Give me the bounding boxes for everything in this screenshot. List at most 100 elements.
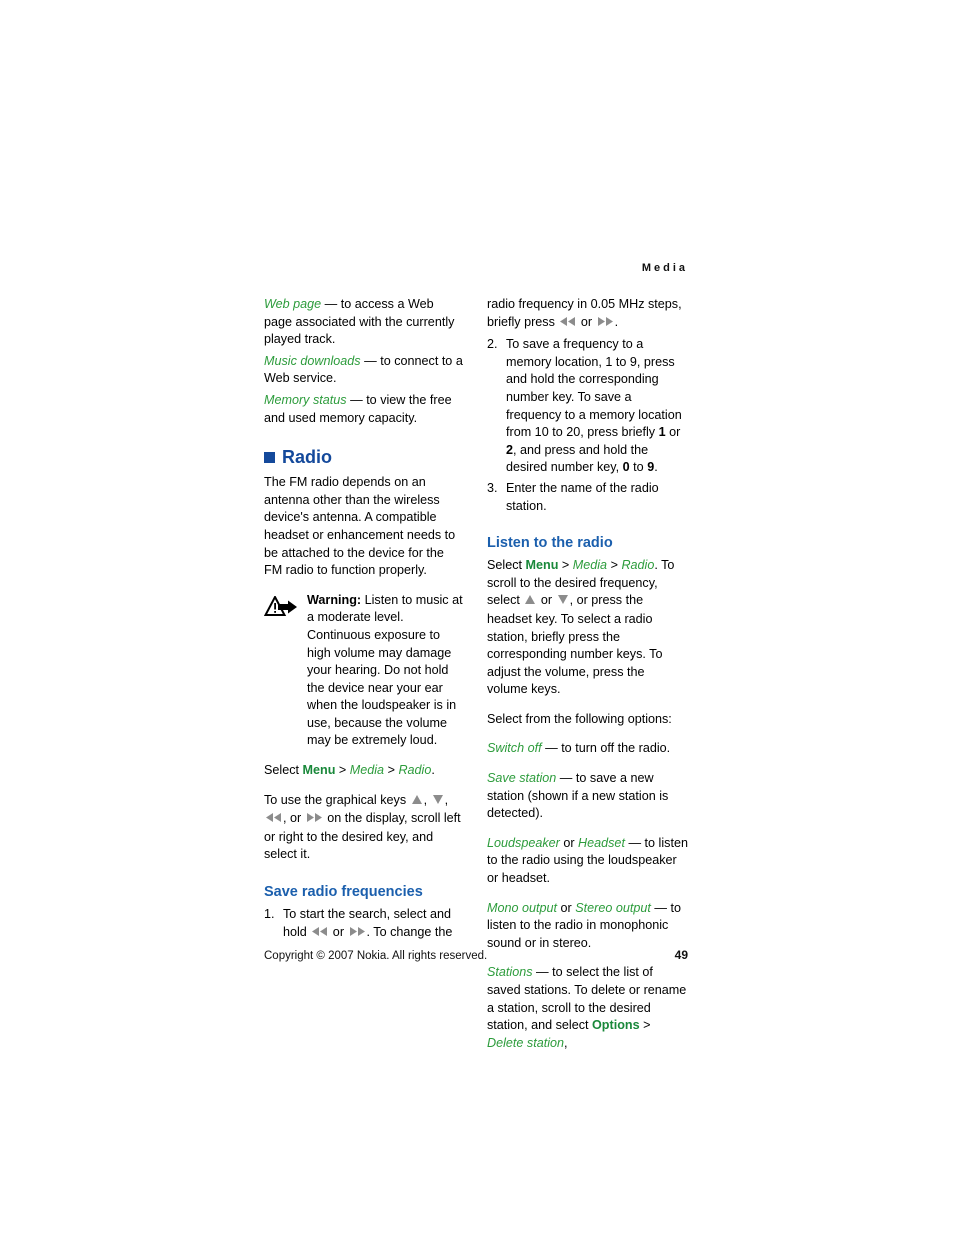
two-column-body: Web page — to access a Web page associat… xyxy=(263,296,688,1056)
section-heading-radio: Radio xyxy=(264,447,465,468)
cmd-menu: Menu xyxy=(302,763,336,778)
step-text: To save a frequency to a memory location… xyxy=(506,336,688,477)
term-mono-output: Mono output xyxy=(487,900,558,915)
radio-intro-paragraph: The FM radio depends on an antenna other… xyxy=(264,475,456,578)
term-stereo-output: Stereo output xyxy=(575,900,651,915)
path-sep-2: > xyxy=(607,558,622,573)
cmd-options: Options xyxy=(592,1018,640,1033)
remaining-steps-list: 2. To save a frequency to a memory locat… xyxy=(487,336,688,515)
path-sep-1: > xyxy=(558,558,573,573)
step-2-bold-2: 2 xyxy=(506,442,514,457)
manual-page: Media Web page — to access a Web page as… xyxy=(0,0,954,1235)
step-number: 1. xyxy=(264,907,275,922)
path-sep-2: > xyxy=(384,763,399,778)
graphical-keys-text-2: , xyxy=(423,792,431,807)
term-media: Media xyxy=(349,763,385,778)
step-text-3: . To change the xyxy=(366,924,453,939)
right-column: radio frequency in 0.05 MHz steps, brief… xyxy=(487,296,688,1056)
continued-step-1-end: . xyxy=(614,314,619,329)
step-number: 2. xyxy=(487,337,498,352)
list-item: 2. To save a frequency to a memory locat… xyxy=(487,336,688,477)
rewind-icon xyxy=(265,811,282,829)
conjunction-or: or xyxy=(559,835,579,850)
listen-text-2: or xyxy=(537,593,556,608)
list-item: 1. To start the search, select and hold … xyxy=(264,906,465,942)
term-delete-station: Delete station xyxy=(487,1035,565,1050)
select-path-left: Select Menu > Media > Radio. xyxy=(264,762,465,780)
term-memory-status: Memory status xyxy=(264,392,347,407)
warning-text: Warning: Listen to music at a moderate l… xyxy=(307,592,465,750)
dash: — xyxy=(532,965,553,980)
step-number: 3. xyxy=(487,480,498,495)
term-loudspeaker: Loudspeaker xyxy=(487,835,560,850)
option-loudspeaker-headset: Loudspeaker or Headset — to listen to th… xyxy=(487,835,688,888)
square-bullet-icon xyxy=(264,452,275,464)
option-stations: Stations — to select the list of saved s… xyxy=(487,964,688,1052)
step-2-bold-1: 1 xyxy=(658,425,666,440)
rewind-icon xyxy=(559,315,576,333)
warning-block: Warning: Listen to music at a moderate l… xyxy=(263,592,465,750)
select-prefix: Select xyxy=(264,763,303,778)
path-sep: > xyxy=(639,1018,651,1033)
option-switch-off-text: to turn off the radio. xyxy=(561,741,671,756)
cmd-menu: Menu xyxy=(525,558,559,573)
conjunction-or: or xyxy=(557,900,576,915)
graphical-keys-text-1: To use the graphical keys xyxy=(264,792,410,807)
term-save-station: Save station xyxy=(487,771,557,786)
path-sep-1: > xyxy=(335,763,350,778)
term-stations: Stations xyxy=(487,965,533,980)
listen-instructions: Select Menu > Media > Radio. To scroll t… xyxy=(487,557,688,699)
save-steps-list: 1. To start the search, select and hold … xyxy=(264,906,465,942)
step-text: Enter the name of the radio station. xyxy=(506,480,659,513)
option-save-station: Save station — to save a new station (sh… xyxy=(487,770,688,823)
listen-text-3: , or press the headset key. To select a … xyxy=(487,593,663,697)
page-content: Media Web page — to access a Web page as… xyxy=(263,262,688,1056)
warning-label: Warning: xyxy=(307,592,362,607)
left-column: Web page — to access a Web page associat… xyxy=(263,296,465,945)
step-2-part-b: or xyxy=(665,425,681,440)
dash: — xyxy=(650,900,671,915)
step-2-part-e: . xyxy=(654,460,658,475)
list-item: 3. Enter the name of the radio station. xyxy=(487,480,688,515)
option-mono-stereo-output: Mono output or Stereo output — to listen… xyxy=(487,900,688,953)
dash: — xyxy=(541,741,562,756)
step-2-bold-3: 0 xyxy=(622,460,630,475)
subsection-heading-listen-to-the-radio: Listen to the radio xyxy=(487,535,613,552)
scroll-down-icon xyxy=(557,593,569,611)
scroll-down-icon xyxy=(432,793,444,811)
graphical-keys-paragraph: To use the graphical keys , , , or on th… xyxy=(264,792,465,864)
fast-forward-icon xyxy=(597,315,614,333)
rewind-icon xyxy=(311,925,328,943)
dash: — xyxy=(321,297,341,311)
scroll-up-icon xyxy=(524,593,536,611)
continued-step-1-text: radio frequency in 0.05 MHz steps, brief… xyxy=(487,296,688,332)
step-2-part-a: To save a frequency to a memory location… xyxy=(506,337,682,440)
step-text-2: or xyxy=(329,924,348,939)
term-switch-off: Switch off xyxy=(487,741,542,756)
definition-memory-status: Memory status — to view the free and use… xyxy=(264,392,465,427)
dash: — xyxy=(360,353,381,368)
page-footer: Copyright © 2007 Nokia. All rights reser… xyxy=(264,948,688,962)
option-stations-text-b: , xyxy=(564,1035,568,1050)
dash: — xyxy=(346,392,367,407)
graphical-keys-text-3: , or xyxy=(283,811,305,826)
dash: — xyxy=(556,771,576,786)
graphical-keys-text-2b: , xyxy=(444,792,449,807)
fast-forward-icon xyxy=(349,925,366,943)
term-radio: Radio xyxy=(621,558,655,573)
listen-prefix: Select xyxy=(487,558,526,573)
term-music-downloads: Music downloads xyxy=(264,353,361,368)
option-switch-off: Switch off — to turn off the radio. xyxy=(487,740,688,758)
section-heading-radio-label: Radio xyxy=(282,447,333,468)
definition-music-downloads: Music downloads — to connect to a Web se… xyxy=(264,353,465,388)
running-head: Media xyxy=(641,262,688,274)
page-number: 49 xyxy=(674,948,688,962)
subsection-heading-save-radio-frequencies: Save radio frequencies xyxy=(264,884,423,901)
continued-step-1-mid: or xyxy=(577,314,596,329)
term-media: Media xyxy=(572,558,608,573)
warning-triangle-arrow-icon xyxy=(263,592,298,750)
step-2-part-d: to xyxy=(629,460,648,475)
warning-body: Listen to music at a moderate level. Con… xyxy=(307,592,463,748)
scroll-up-icon xyxy=(411,793,423,811)
path-suffix: . xyxy=(431,763,435,778)
